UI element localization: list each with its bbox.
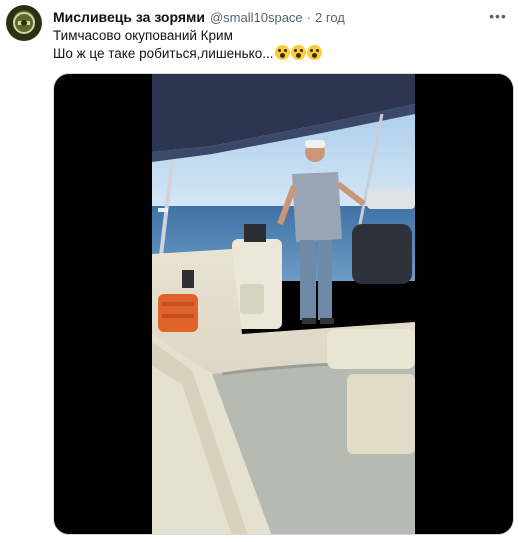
- more-options-icon[interactable]: •••: [488, 6, 508, 26]
- tweet-header: Мисливець за зорями @small10space · 2 го…: [53, 7, 488, 27]
- tweet-video[interactable]: [53, 73, 514, 535]
- tweet-timestamp[interactable]: 2 год: [315, 10, 345, 25]
- author-handle[interactable]: @small10space: [210, 10, 303, 25]
- tweet-text-line-1: Тимчасово окупований Крим: [53, 28, 233, 43]
- video-play-area[interactable]: [54, 74, 513, 534]
- screaming-face-icon: [274, 45, 290, 60]
- avatar-emblem-icon: [13, 12, 35, 34]
- author-avatar[interactable]: [6, 5, 42, 41]
- header-separator: ·: [306, 9, 312, 25]
- screaming-face-icon: [306, 45, 322, 60]
- tweet-text-line-2: Шо ж це таке робиться,лишенько...: [53, 45, 322, 63]
- author-name[interactable]: Мисливець за зорями: [53, 9, 205, 25]
- tweet-text-line-2-content: Шо ж це таке робиться,лишенько...: [53, 46, 274, 61]
- tweet-text: Тимчасово окупований Крим Шо ж це таке р…: [53, 27, 322, 63]
- screaming-face-icon: [290, 45, 306, 60]
